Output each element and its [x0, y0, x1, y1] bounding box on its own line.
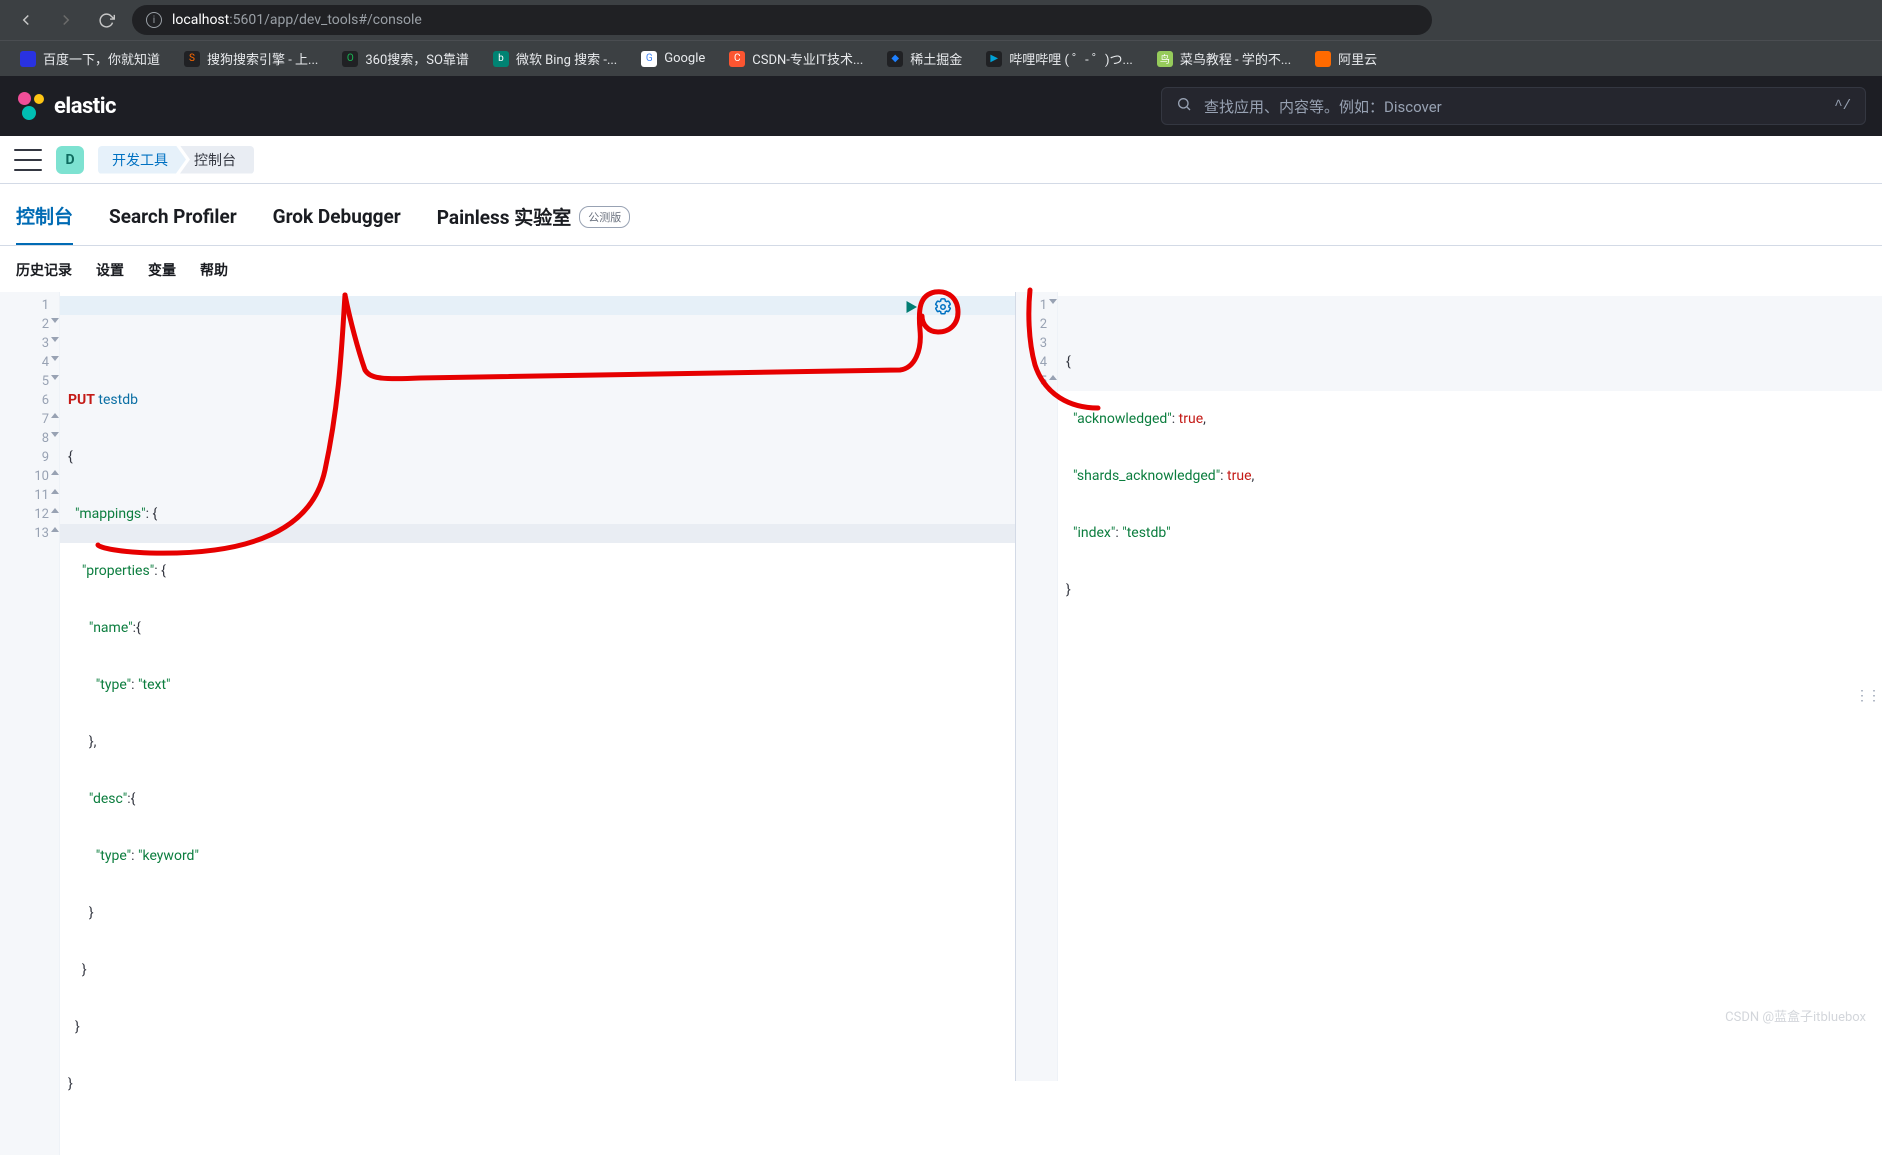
response-pane: 1 2 3 4 5 { "acknowledged": true, "shard… [1016, 292, 1882, 1081]
bookmark-bilibili[interactable]: ▶哔哩哔哩 ( ゜- ゜)つ... [978, 45, 1141, 72]
crumb-console: 控制台 [180, 146, 254, 174]
nav-toggle-button[interactable] [14, 149, 42, 171]
response-code: { "acknowledged": true, "shards_acknowle… [1058, 292, 1882, 1081]
subtab-settings[interactable]: 设置 [96, 260, 124, 280]
console-subtabs: 历史记录 设置 变量 帮助 [0, 246, 1882, 292]
watermark: CSDN @蓝盒子itbluebox [1725, 1006, 1866, 1025]
response-gutter: 1 2 3 4 5 [1016, 292, 1058, 1081]
request-editor[interactable]: 1 2 3 4 5 6 7 8 9 10 11 12 13 PUT testdb… [0, 292, 1015, 1155]
tab-painless-lab[interactable]: Painless 实验室公测版 [437, 203, 631, 244]
space-badge[interactable]: D [56, 146, 84, 174]
browser-nav-bar: i localhost:5601/app/dev_tools#/console [0, 0, 1882, 40]
bookmark-google[interactable]: GGoogle [633, 47, 713, 71]
breadcrumb: 开发工具 控制台 [98, 146, 254, 174]
request-pane: 1 2 3 4 5 6 7 8 9 10 11 12 13 PUT testdb… [0, 292, 1016, 1081]
bookmark-runoob[interactable]: 鸟菜鸟教程 - 学的不... [1149, 45, 1299, 72]
bookmark-bing[interactable]: b微软 Bing 搜索 -... [485, 45, 625, 72]
send-request-button[interactable] [899, 295, 923, 319]
tab-search-profiler[interactable]: Search Profiler [109, 205, 237, 242]
console-split: 1 2 3 4 5 6 7 8 9 10 11 12 13 PUT testdb… [0, 292, 1882, 1081]
reload-button[interactable] [92, 6, 120, 34]
bookmark-sogou[interactable]: S搜狗搜索引擎 - 上... [176, 45, 326, 72]
forward-button[interactable] [52, 6, 80, 34]
site-info-icon[interactable]: i [146, 12, 162, 28]
bookmark-csdn[interactable]: CCSDN-专业IT技术... [721, 45, 871, 72]
back-button[interactable] [12, 6, 40, 34]
subtab-history[interactable]: 历史记录 [16, 260, 72, 280]
elastic-logo-icon [16, 92, 44, 120]
subtab-variables[interactable]: 变量 [148, 260, 176, 280]
search-icon [1176, 96, 1192, 116]
bookmark-aliyun[interactable]: 阿里云 [1307, 45, 1385, 72]
elastic-header: elastic 查找应用、内容等。例如：Discover ^/ [0, 76, 1882, 136]
request-gutter: 1 2 3 4 5 6 7 8 9 10 11 12 13 [0, 292, 60, 1155]
crumb-dev-tools[interactable]: 开发工具 [98, 146, 186, 174]
response-editor[interactable]: 1 2 3 4 5 { "acknowledged": true, "shard… [1016, 292, 1882, 1081]
app-tabs: 控制台 Search Profiler Grok Debugger Painle… [0, 184, 1882, 246]
search-placeholder: 查找应用、内容等。例如：Discover [1204, 96, 1822, 117]
bookmark-juejin[interactable]: ◆稀土掘金 [879, 45, 970, 72]
breadcrumb-header: D 开发工具 控制台 [0, 136, 1882, 184]
request-options-button[interactable] [931, 295, 955, 319]
tab-console[interactable]: 控制台 [16, 202, 73, 245]
bookmark-360[interactable]: O360搜索，SO靠谱 [334, 45, 477, 72]
request-run-toolbar [899, 295, 955, 319]
global-search[interactable]: 查找应用、内容等。例如：Discover ^/ [1161, 87, 1866, 125]
bookmarks-bar: 百度一下，你就知道 S搜狗搜索引擎 - 上... O360搜索，SO靠谱 b微软… [0, 40, 1882, 76]
url-bar[interactable]: i localhost:5601/app/dev_tools#/console [132, 5, 1432, 35]
elastic-logo[interactable]: elastic [16, 92, 116, 120]
bookmark-baidu[interactable]: 百度一下，你就知道 [12, 45, 168, 72]
search-shortcut: ^/ [1834, 98, 1851, 114]
subtab-help[interactable]: 帮助 [200, 260, 228, 280]
url-text: localhost:5601/app/dev_tools#/console [172, 12, 422, 28]
elastic-wordmark: elastic [54, 94, 116, 119]
tab-grok-debugger[interactable]: Grok Debugger [273, 205, 401, 242]
request-code[interactable]: PUT testdb { "mappings": { "properties":… [60, 292, 1015, 1155]
resize-handle[interactable]: ⋮⋮ [1855, 687, 1879, 706]
